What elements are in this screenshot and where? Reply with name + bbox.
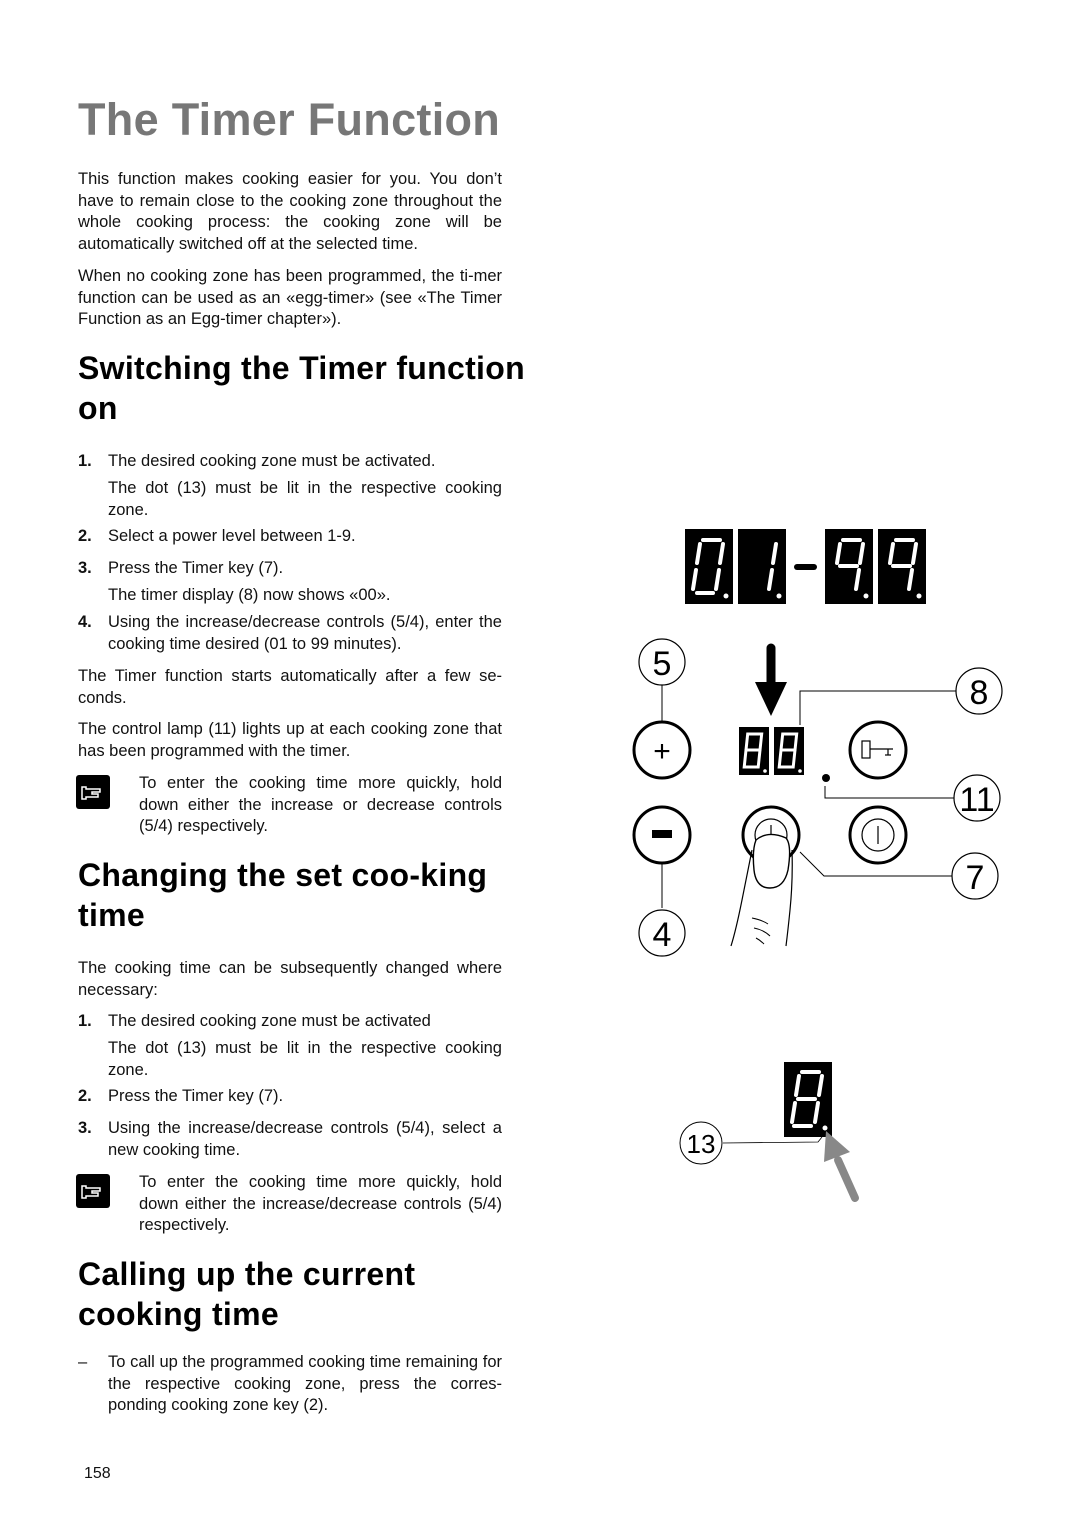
step-text: Using the increase/decrease controls (5/… [108,613,502,653]
list-item: 2. Select a power level between 1‑9. [78,526,502,548]
tip-text: To enter the cooking time more quickly, … [139,774,502,836]
intro-paragraph-1: This function makes cooking easier for y… [78,170,502,254]
gray-arrow-icon [824,1131,859,1202]
callout-label-11: 11 [959,781,994,819]
body-paragraph: The cooking time can be subsequently cha… [78,959,502,999]
list-item: 3. Using the increase/decrease controls … [78,1118,502,1161]
step-text: Select a power level between 1‑9. [108,527,356,545]
step-number: 4. [78,613,92,631]
tip-note: To enter the cooking time more quickly, … [76,1172,502,1237]
range-dot [723,593,729,599]
intro-paragraph-2: When no cooking zone has been programmed… [78,267,502,329]
step-subtext: The dot (13) must be lit in the respecti… [108,1039,502,1079]
range-dot [916,593,922,599]
page-number: 158 [84,1465,111,1482]
section-heading-change: Changing the set coo-king time [78,857,488,933]
list-item: – To call up the programmed cooking time… [78,1352,502,1417]
callout-label-4: 4 [653,916,672,954]
step-subtext: The dot (13) must be lit in the respecti… [108,479,502,519]
step-number: 1. [78,1012,92,1030]
range-display [685,529,926,604]
tip-note: To enter the cooking time more quickly, … [76,773,502,838]
range-dot [863,593,869,599]
list-item: 2. Press the Timer key (7). [78,1086,502,1108]
list-item: 1. The desired cooking zone must be acti… [78,1011,502,1033]
step-number: 2. [78,527,92,545]
section-heading-switch-on: Switching the Timer function on [78,350,525,426]
pointing-hand-icon [76,1174,110,1208]
step-text: Using the increase/decrease controls (5/… [108,1119,502,1159]
key-lock-button[interactable] [848,720,908,780]
tip-text: To enter the cooking time more quickly, … [139,1173,502,1235]
body-paragraph: The Timer function starts automatically … [78,667,502,707]
minus-button[interactable] [632,805,692,865]
step-number: 2. [78,1087,92,1105]
down-arrow-icon [755,643,787,716]
step-number: 3. [78,559,92,577]
step-text: The desired cooking zone must be activat… [108,1012,431,1030]
body-paragraph: The control lamp (11) lights up at each … [78,720,502,760]
control-lamp-dot [822,774,830,782]
range-dot [776,593,782,599]
callout-label-7: 7 [966,859,985,897]
callout-label-13: 13 [687,1129,716,1159]
list-item: 3. Press the Timer key (7). [78,558,502,580]
zone-display [784,1062,832,1137]
section-heading-call-up: Calling up the current cooking time [78,1256,416,1332]
list-item: 4. Using the increase/decrease controls … [78,612,502,655]
callout-line-8 [799,690,958,725]
bullet-text: To call up the programmed cooking time r… [108,1353,502,1415]
callout-label-8: 8 [970,674,989,712]
timer-display [739,727,804,775]
callout-line-11 [824,786,955,799]
step-text: Press the Timer key (7). [108,559,284,577]
finger-illustration [730,833,793,947]
range-digit-2-bg [738,529,786,604]
zone-dot [822,1125,828,1131]
callout-label-5: 5 [653,645,672,683]
power-button[interactable] [848,805,908,865]
step-subtext: The timer display (8) now shows «00». [108,586,391,604]
control-panel-diagram: 8 5 + 11 4 7 13 [632,529,1003,1202]
callout-line-13 [722,1136,823,1144]
minus-icon [652,830,672,838]
step-text: Press the Timer key (7). [108,1087,284,1105]
page-title: The Timer Function [78,94,501,145]
pointing-hand-icon [76,775,110,809]
bullet-dash: – [78,1353,88,1371]
list-item: 1. The desired cooking zone must be acti… [78,451,502,473]
plus-icon: + [653,735,671,768]
plus-button[interactable]: + [632,720,692,780]
step-text: The desired cooking zone must be activat… [108,452,436,470]
step-number: 1. [78,452,92,470]
step-number: 3. [78,1119,92,1137]
